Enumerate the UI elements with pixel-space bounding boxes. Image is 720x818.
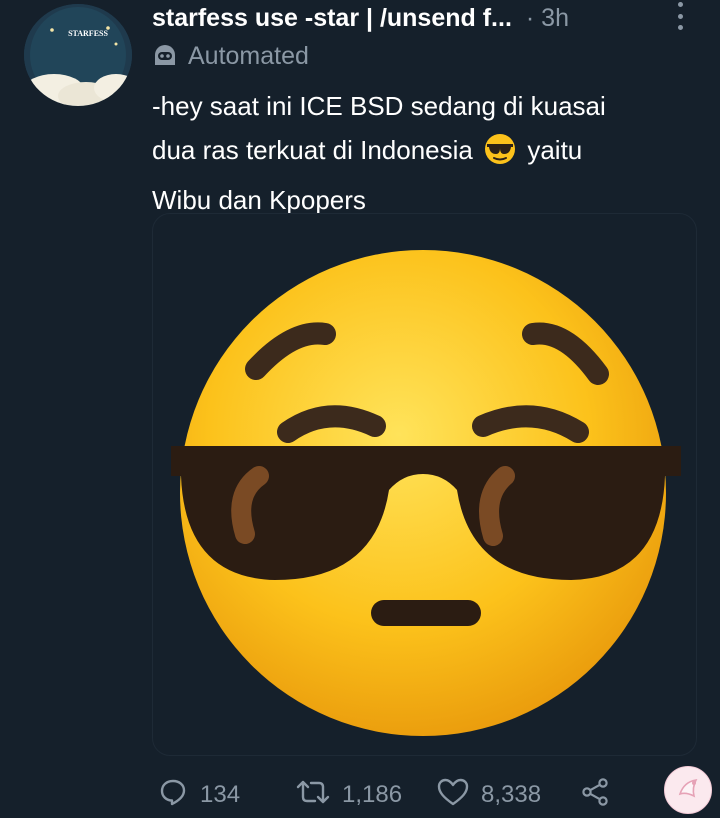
reply-icon: [158, 777, 188, 814]
like-button[interactable]: 8,338: [437, 777, 541, 814]
tweet-header: starfess use -star | /unsend f... · 3h: [152, 0, 692, 36]
retweet-button[interactable]: 1,186: [296, 777, 402, 814]
tweet-media-image[interactable]: [152, 213, 697, 756]
floating-action-button[interactable]: [664, 766, 712, 814]
like-count: 8,338: [481, 781, 542, 808]
tweet-text-line: -hey saat ini ICE BSD sedang di kuasai: [152, 91, 606, 121]
tweet-text-segment: dua ras terkuat di Indonesia: [152, 135, 473, 165]
heart-icon: [437, 777, 469, 814]
tweet-actions: 134 1,186 8,338: [152, 772, 712, 818]
tweet-text-line: dua ras terkuat di Indonesia yaitu: [152, 128, 692, 178]
tweet-time[interactable]: · 3h: [526, 4, 569, 33]
mouth: [371, 600, 481, 626]
automated-badge: Automated: [152, 38, 309, 74]
reply-count: 134: [200, 781, 241, 808]
sunglasses-emoji-icon: [484, 133, 516, 178]
bot-icon: [152, 43, 178, 69]
more-vertical-icon[interactable]: [670, 2, 690, 30]
retweet-count: 1,186: [342, 781, 403, 808]
retweet-icon: [296, 777, 330, 814]
avatar[interactable]: STARFESS: [24, 4, 132, 106]
avatar-text: STARFESS: [68, 29, 108, 38]
tweet-text-segment: yaitu: [527, 135, 583, 165]
share-icon: [580, 777, 610, 814]
author-name[interactable]: starfess use -star | /unsend f...: [152, 4, 512, 33]
tweet-text: -hey saat ini ICE BSD sedang di kuasai d…: [152, 84, 692, 222]
sparkle-icon: [674, 774, 702, 807]
reply-button[interactable]: 134: [158, 777, 240, 814]
automated-label: Automated: [188, 41, 309, 70]
share-button[interactable]: [580, 777, 610, 814]
